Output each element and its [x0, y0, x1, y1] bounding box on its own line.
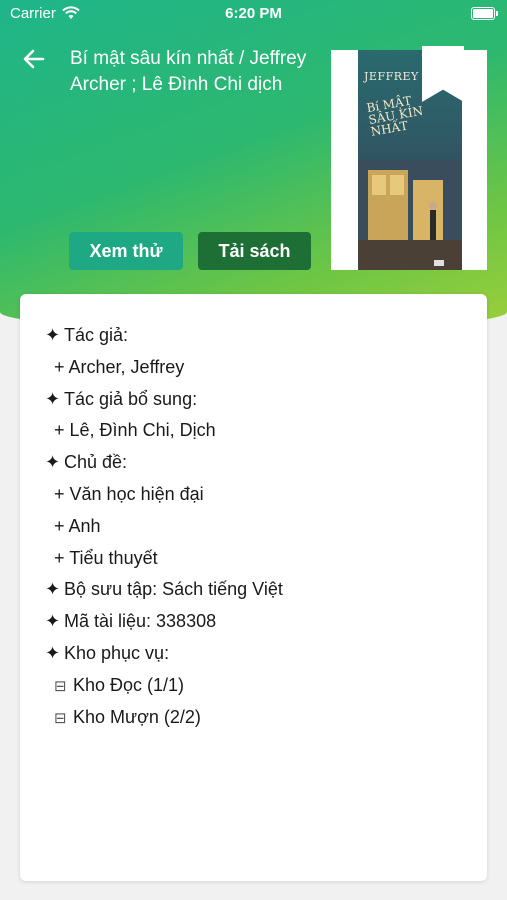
collapse-box-icon: ⊟ — [54, 677, 67, 695]
book-cover[interactable]: JEFFREY AR Bí MẬT SÂU KÍN NHẤT — [331, 46, 487, 270]
star-icon: ✦ — [45, 642, 61, 663]
back-button[interactable] — [22, 48, 50, 72]
co-author-value-row: + Lê, Đình Chi, Dịch — [54, 420, 216, 441]
star-icon: ✦ — [45, 388, 61, 409]
arrow-left-icon — [23, 49, 45, 69]
author-value-row: + Archer, Jeffrey — [54, 356, 185, 377]
star-icon: ✦ — [45, 611, 61, 632]
subject-item: + Văn học hiện đại — [54, 483, 204, 504]
star-icon: ✦ — [45, 579, 61, 600]
download-button[interactable]: Tải sách — [198, 232, 311, 270]
doc-id-row: ✦ Mã tài liệu: 338308 — [45, 606, 283, 638]
star-icon: ✦ — [45, 452, 61, 473]
details-card: ✦ Tác giả: + Archer, Jeffrey ✦ Tác giả bổ … — [20, 294, 487, 881]
author-label-row: ✦ Tác giả: — [45, 320, 283, 352]
storage-label-row: ✦ Kho phục vụ: — [45, 638, 283, 670]
collection-row: ✦ Bộ sưu tập: Sách tiếng Việt — [45, 574, 283, 606]
status-bar: Carrier 6:20 PM — [0, 0, 507, 28]
co-author-label-row: ✦ Tác giả bổ sung: — [45, 384, 283, 416]
subject-item: + Anh — [54, 515, 101, 536]
battery-icon — [471, 7, 498, 20]
collapse-box-icon: ⊟ — [54, 709, 67, 727]
storage-item[interactable]: ⊟ Kho Mượn (2/2) — [45, 702, 283, 734]
book-title: Bí mật sâu kín nhất / Jeffrey Archer ; L… — [70, 48, 307, 95]
preview-button[interactable]: Xem thử — [69, 232, 183, 270]
star-icon: ✦ — [45, 325, 61, 345]
subject-item: + Tiểu thuyết — [54, 547, 158, 568]
subject-label-row: ✦ Chủ đề: — [45, 447, 283, 479]
status-time: 6:20 PM — [225, 5, 282, 22]
storage-item[interactable]: ⊟ Kho Đọc (1/1) — [45, 670, 283, 702]
